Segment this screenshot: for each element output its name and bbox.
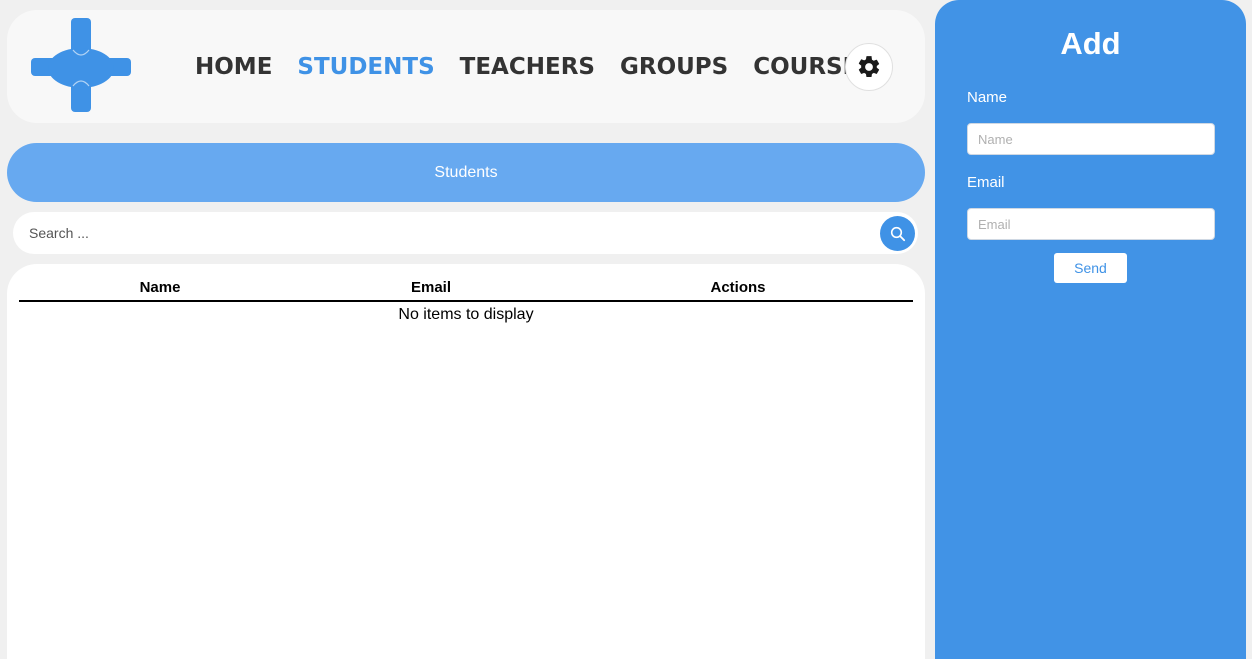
main-nav: HOME STUDENTS TEACHERS GROUPS COURSES [195, 52, 900, 82]
search-button[interactable] [880, 216, 915, 251]
name-field[interactable] [967, 123, 1215, 155]
banner-title: Students [434, 163, 498, 181]
search-icon [890, 226, 905, 241]
email-label: Email [967, 174, 1005, 191]
students-table: Name Email Actions No items to display [7, 264, 925, 659]
email-field[interactable] [967, 208, 1215, 240]
column-header-actions[interactable]: Actions [710, 279, 765, 296]
add-panel: Add Name Email Send [935, 0, 1246, 659]
students-banner: Students [7, 143, 925, 202]
settings-button[interactable] [845, 43, 893, 91]
search-input[interactable] [29, 223, 869, 243]
nav-students[interactable]: STUDENTS [297, 52, 434, 82]
nav-groups[interactable]: GROUPS [620, 52, 728, 82]
column-header-email[interactable]: Email [411, 279, 451, 296]
gear-icon [858, 56, 880, 78]
empty-message: No items to display [398, 306, 534, 323]
search-bar [13, 212, 918, 254]
name-label: Name [967, 89, 1008, 106]
table-header: Name Email Actions [19, 278, 913, 302]
send-button[interactable]: Send [1054, 253, 1127, 283]
top-header: HOME STUDENTS TEACHERS GROUPS COURSES [7, 10, 925, 123]
nav-teachers[interactable]: TEACHERS [460, 52, 595, 82]
logo-icon[interactable] [31, 18, 131, 112]
window-edge [1246, 0, 1252, 659]
panel-title: Add [1060, 26, 1121, 61]
column-header-name[interactable]: Name [140, 279, 181, 296]
nav-home[interactable]: HOME [195, 52, 272, 82]
